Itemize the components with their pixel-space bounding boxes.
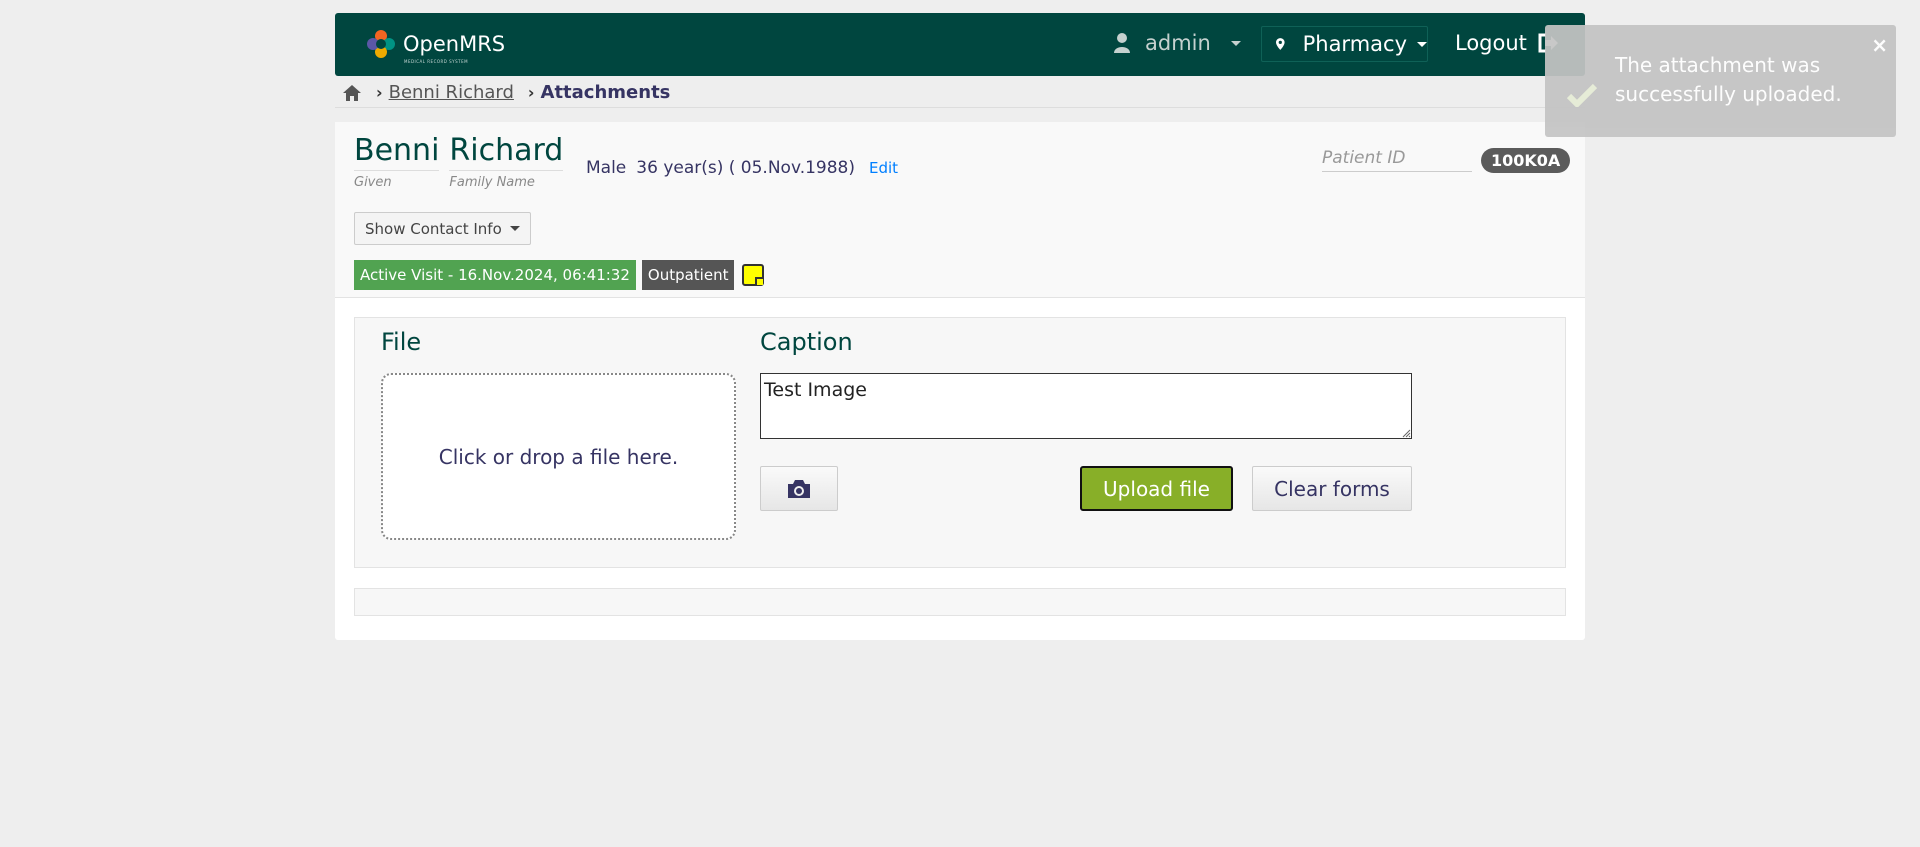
location-menu[interactable]: Pharmacy xyxy=(1261,26,1428,62)
family-name-label: Family Name xyxy=(449,175,535,190)
caption-label: Caption xyxy=(760,328,853,356)
openmrs-logo-icon xyxy=(367,30,395,58)
breadcrumb: › Benni Richard › Attachments xyxy=(342,82,670,103)
gender: Male xyxy=(586,158,627,178)
logo-subtitle: MEDICAL RECORD SYSTEM xyxy=(404,59,469,64)
openmrs-logo[interactable]: OpenMRS MEDICAL RECORD SYSTEM xyxy=(365,28,506,64)
map-marker-icon xyxy=(1276,38,1285,50)
chevron-right-icon: › xyxy=(376,83,383,102)
file-label: File xyxy=(381,328,422,356)
patient-id-badge: 100K0A xyxy=(1481,148,1571,173)
patient-demographics: Male 36 year(s) ( 05.Nov.1988) Edit xyxy=(586,158,898,178)
logout-label: Logout xyxy=(1455,31,1527,55)
close-icon[interactable]: × xyxy=(1871,33,1888,57)
contact-button-label: Show Contact Info xyxy=(365,219,502,238)
logout-link[interactable]: Logout xyxy=(1455,31,1559,55)
breadcrumb-patient-link[interactable]: Benni Richard xyxy=(389,82,514,103)
top-header: OpenMRS MEDICAL RECORD SYSTEM admin Phar… xyxy=(335,13,1585,76)
camera-icon xyxy=(788,479,810,498)
active-visit-badge[interactable]: Active Visit - 16.Nov.2024, 06:41:32 xyxy=(354,260,636,290)
success-toast[interactable]: × The attachment was successfully upload… xyxy=(1545,25,1896,137)
clear-forms-button[interactable]: Clear forms xyxy=(1252,466,1412,511)
upload-file-button[interactable]: Upload file xyxy=(1080,466,1233,511)
chevron-down-icon xyxy=(1417,41,1427,47)
toast-message: The attachment was successfully uploaded… xyxy=(1615,53,1842,106)
family-name: Richard xyxy=(449,134,564,171)
resize-grip-icon[interactable] xyxy=(1401,428,1411,438)
chevron-right-icon: › xyxy=(527,83,535,102)
breadcrumb-current: Attachments xyxy=(540,82,671,103)
home-icon[interactable] xyxy=(342,84,362,102)
visit-type-badge: Outpatient xyxy=(641,260,735,290)
patient-id-label: Patient ID xyxy=(1322,148,1472,172)
chevron-down-icon xyxy=(1230,40,1241,46)
user-label: admin xyxy=(1145,31,1211,55)
given-name: Benni xyxy=(354,134,440,171)
patient-name: Benni Given Richard Family Name xyxy=(354,134,564,190)
main-content: Benni Given Richard Family Name Male 36 … xyxy=(335,122,1585,640)
breadcrumb-divider xyxy=(335,107,1585,108)
caret-down-icon xyxy=(509,226,520,231)
logo-text: OpenMRS xyxy=(403,31,506,56)
attachments-list xyxy=(354,588,1566,616)
user-menu[interactable]: admin xyxy=(1113,31,1241,55)
visit-info: Active Visit - 16.Nov.2024, 06:41:32 Out… xyxy=(354,260,765,290)
dropzone-text: Click or drop a file here. xyxy=(438,444,679,469)
user-icon xyxy=(1114,33,1130,53)
webcam-button[interactable] xyxy=(760,466,838,511)
check-icon xyxy=(1567,83,1597,107)
patient-header: Benni Given Richard Family Name Male 36 … xyxy=(335,122,1585,298)
upload-form: File Click or drop a file here. Caption … xyxy=(354,317,1566,568)
file-dropzone[interactable]: Click or drop a file here. xyxy=(381,373,736,540)
sticky-note-icon[interactable] xyxy=(742,264,765,286)
edit-link[interactable]: Edit xyxy=(869,159,898,177)
show-contact-info-button[interactable]: Show Contact Info xyxy=(354,212,531,245)
age: 36 year(s) ( 05.Nov.1988) xyxy=(636,158,855,178)
location-label: Pharmacy xyxy=(1302,32,1407,56)
given-label: Given xyxy=(354,175,392,190)
caption-textarea[interactable]: Test Image xyxy=(760,373,1412,439)
